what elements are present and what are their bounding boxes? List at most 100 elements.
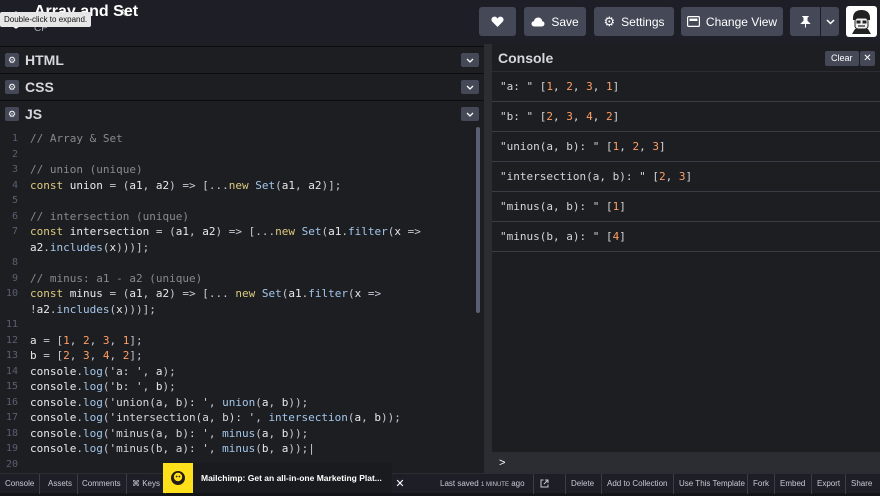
js-panel-header[interactable]: ⚙ JS [0,100,484,127]
console-log-value: 2 [546,110,553,123]
saved-prefix: Last saved [440,479,479,488]
footer-tab-assets[interactable]: Assets [43,474,79,494]
console-log-value: 1 [612,140,620,153]
change-view-button[interactable]: Change View [681,7,783,36]
code-text: const union = (a1, a2) => [...new Set(a1… [30,178,342,192]
js-panel-label: JS [25,106,43,122]
footer-tab-comments[interactable]: Comments [77,474,127,494]
external-link-icon [540,479,549,488]
heart-button[interactable] [479,7,516,36]
html-panel-header[interactable]: ⚙ HTML [0,46,484,73]
export-button[interactable]: Export [811,474,845,494]
line-number: 16 [5,396,18,408]
heart-icon [491,16,504,27]
saved-suffix: ago [511,479,525,488]
console-log-value: 3 [566,110,573,123]
pin-button[interactable] [790,7,820,36]
console-log-value: 2 [632,140,640,153]
line-number: 10 [5,288,18,299]
css-panel-header[interactable]: ⚙ CSS [0,73,484,100]
line-number: 4 [11,179,18,191]
line-number: 12 [5,334,18,346]
console-log-value: 3 [678,170,686,183]
user-avatar[interactable] [846,6,877,37]
console-log-value: 2 [566,80,573,93]
console-title: Console [498,49,554,66]
code-text: console.log('a: ', a); [30,364,176,378]
console-output: "a: " [1, 2, 3, 1] "b: " [2, 3, 4, 2] "uni… [492,72,880,252]
change-view-label: Change View [705,14,778,29]
line-number: 20 [5,458,18,470]
code-text: // Array & Set [30,132,123,145]
console-log-row: "intersection(a, b): " [2, 3] [492,162,880,192]
pencil-icon[interactable]: ✎ [120,7,129,20]
share-button[interactable]: Share [845,474,877,494]
js-collapse-button[interactable] [461,107,479,121]
console-log-row: "b: " [2, 3, 4, 2] [492,102,880,132]
close-console-button[interactable]: ✕ [860,51,875,66]
pin-dropdown-button[interactable] [821,7,839,36]
code-text: // minus: a1 - a2 (unique) [30,271,203,285]
expand-tooltip: Double-click to expand. [0,12,92,27]
line-number: 17 [5,412,18,423]
save-button[interactable]: Save [524,7,586,36]
fork-button[interactable]: Fork [747,474,774,494]
console-log-value: 4 [612,230,620,243]
console-log-row: "minus(b, a): " [4] [492,222,880,252]
editor-scrollbar[interactable] [476,127,480,313]
footer-tab-console[interactable]: Console [0,474,41,494]
console-log-value: 1 [546,80,553,93]
console-log-value: 4 [586,110,593,123]
delete-button[interactable]: Delete [565,474,599,494]
console-log-value: 3 [586,80,593,93]
save-label: Save [551,14,579,29]
line-number: 5 [11,195,18,206]
js-code-editor[interactable]: 1 // Array & Set 2 3 // union (unique) 4 const… [0,127,484,473]
chevron-down-icon [466,85,474,90]
line-number: 6 [11,210,18,222]
chevron-down-icon [825,18,835,25]
mailchimp-ad[interactable]: Mailchimp: Get an all-in-one Marketing P… [163,463,392,493]
css-panel-label: CSS [25,79,54,95]
editor-column: ⚙ HTML ⚙ CSS ⚙ JS 1 // Array & Set 2 3 // un… [0,44,484,473]
console-log-label: "b: " [500,110,540,123]
console-panel: Console Clear ✕ "a: " [1, 2, 3, 1] "b: " … [492,44,880,473]
code-text: !a2.includes(x)))]; [30,302,156,316]
last-saved-status: Last saved 1 minute ago [440,474,525,494]
console-log-label: "intersection(a, b): " [500,170,653,183]
code-text: // intersection (unique) [30,209,189,223]
gear-icon[interactable]: ⚙ [5,53,19,67]
header: Array and Set ✎ CP Double-click to expan… [0,0,880,44]
console-input[interactable]: > [492,452,880,473]
console-log-value: 2 [658,170,666,183]
console-log-value: 2 [606,110,613,123]
console-log-row: "minus(a, b): " [1] [492,192,880,222]
html-collapse-button[interactable] [461,53,479,67]
settings-button[interactable]: ⚙ Settings [594,7,674,36]
add-to-collection-button[interactable]: Add to Collection [601,474,672,494]
close-ad-button[interactable]: ✕ [393,477,407,491]
panel-resize-divider[interactable] [484,44,492,473]
open-external-button[interactable] [533,474,555,494]
chevron-down-icon [466,112,474,117]
embed-button[interactable]: Embed [774,474,810,494]
html-panel-label: HTML [25,52,64,68]
line-number: 13 [5,350,18,361]
line-number: 11 [5,319,18,330]
gear-icon[interactable]: ⚙ [5,80,19,94]
line-number: 14 [5,365,18,377]
clear-console-button[interactable]: Clear [825,51,859,66]
code-text: console.log('intersection(a, b): ', inte… [30,411,401,424]
gear-icon[interactable]: ⚙ [5,107,19,121]
settings-label: Settings [621,14,665,29]
ad-text: Mailchimp: Get an all-in-one Marketing P… [201,473,382,483]
console-log-label: "minus(a, b): " [500,200,606,213]
code-text: a = [1, 2, 3, 1]; [30,333,143,347]
css-collapse-button[interactable] [461,80,479,94]
gear-icon: ⚙ [603,13,616,29]
footer-tab-keys[interactable]: ⌘ Keys [127,474,167,494]
use-template-button[interactable]: Use This Template [673,474,750,494]
avatar-face-icon [849,9,874,34]
console-log-row: "union(a, b): " [1, 2, 3] [492,132,880,162]
chevron-down-icon [466,58,474,63]
